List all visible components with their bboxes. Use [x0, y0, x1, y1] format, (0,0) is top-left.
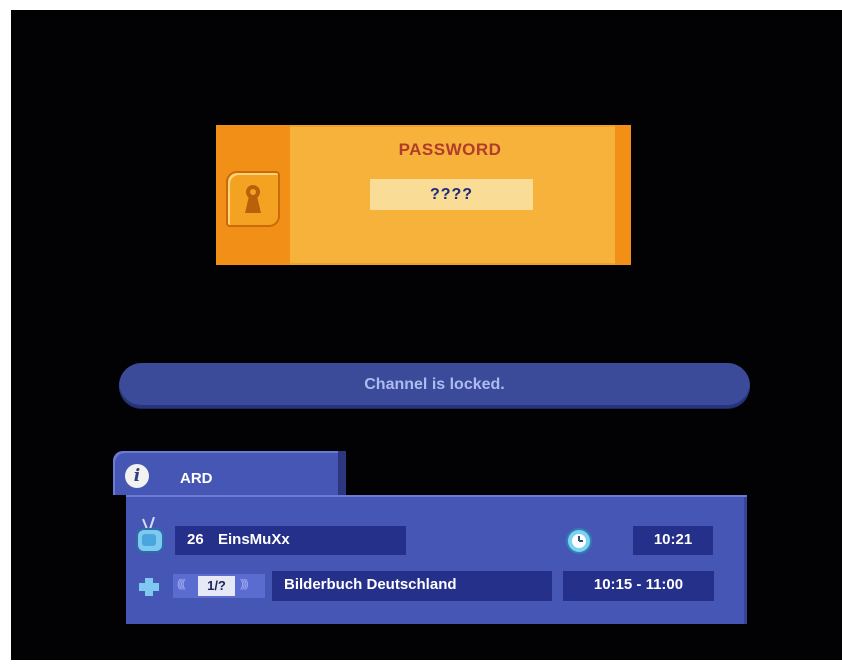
program-title: Bilderbuch Deutschland — [284, 576, 457, 593]
password-dialog-right-band — [615, 125, 631, 265]
channel-group-label: ARD — [180, 470, 213, 487]
alarm-clock-icon — [563, 526, 595, 561]
info-icon: i — [125, 464, 149, 488]
channel-locked-message: Channel is locked. — [119, 363, 750, 408]
channel-name: EinsMuXx — [218, 531, 290, 548]
program-title-field: Bilderbuch Deutschland — [272, 571, 552, 601]
sound-waves-left-icon: (((( — [177, 578, 186, 590]
channel-number: 26 — [187, 531, 204, 548]
lock-icon — [226, 171, 280, 227]
info-panel-tab-edge — [338, 451, 346, 495]
info-panel — [126, 495, 747, 624]
plus-icon — [137, 576, 161, 603]
audio-track-indicator: (((( 1/? )))) — [173, 574, 265, 598]
current-time: 10:21 — [633, 526, 713, 555]
password-input[interactable]: ???? — [370, 179, 533, 210]
audio-track-value: 1/? — [198, 576, 235, 596]
password-title: PASSWORD — [398, 140, 502, 159]
program-time: 10:15 - 11:00 — [563, 571, 714, 601]
tv-icon — [134, 516, 166, 560]
channel-info-field: 26 EinsMuXx — [175, 526, 406, 555]
sound-waves-right-icon: )))) — [240, 578, 249, 590]
